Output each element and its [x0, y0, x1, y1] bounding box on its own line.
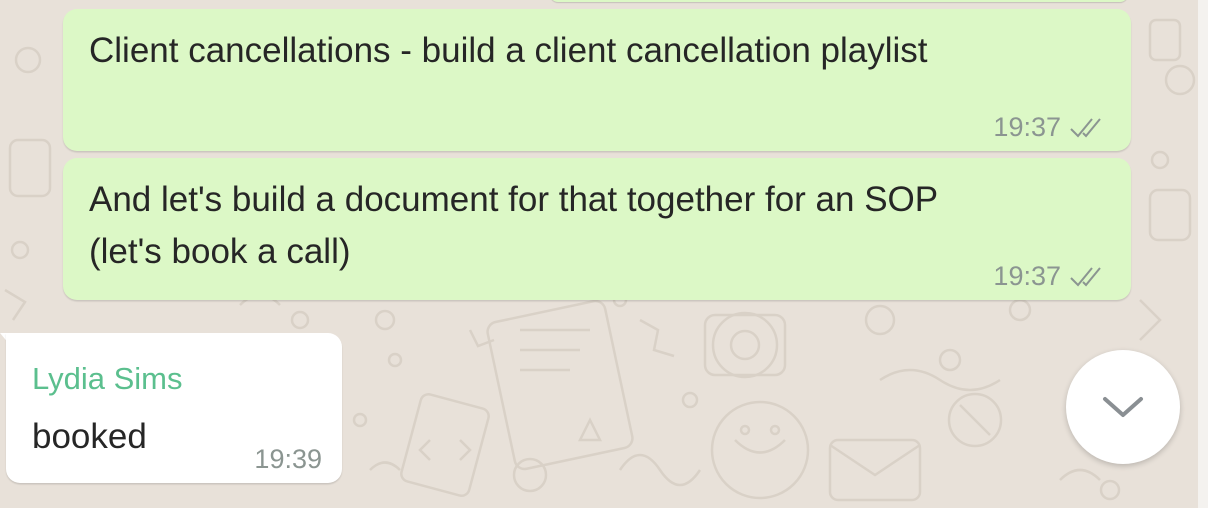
- previous-message-bubble-edge: [550, 0, 1128, 2]
- message-meta: 19:37: [993, 112, 1109, 143]
- message-text: Client cancellations - build a client ca…: [89, 31, 928, 70]
- message-text: And let's build a document for that toge…: [89, 180, 939, 271]
- scroll-to-bottom-button[interactable]: [1066, 350, 1180, 464]
- chevron-down-icon: [1103, 397, 1143, 417]
- chat-pane[interactable]: Client cancellations - build a client ca…: [0, 0, 1198, 508]
- outgoing-message-bubble[interactable]: And let's build a document for that toge…: [63, 158, 1131, 300]
- message-time: 19:39: [254, 444, 322, 474]
- message-text: booked: [32, 417, 147, 456]
- double-check-icon: [1070, 117, 1101, 137]
- chat-scrollbar-track[interactable]: [1198, 0, 1208, 508]
- message-meta: 19:39: [254, 444, 322, 475]
- incoming-message-bubble[interactable]: Lydia Sims booked 19:39: [6, 333, 342, 483]
- message-meta: 19:37: [993, 261, 1109, 292]
- message-time: 19:37: [993, 112, 1061, 142]
- message-time: 19:37: [993, 261, 1061, 291]
- sender-name[interactable]: Lydia Sims: [32, 361, 182, 397]
- double-check-icon: [1070, 266, 1101, 286]
- outgoing-message-bubble[interactable]: Client cancellations - build a client ca…: [63, 9, 1131, 151]
